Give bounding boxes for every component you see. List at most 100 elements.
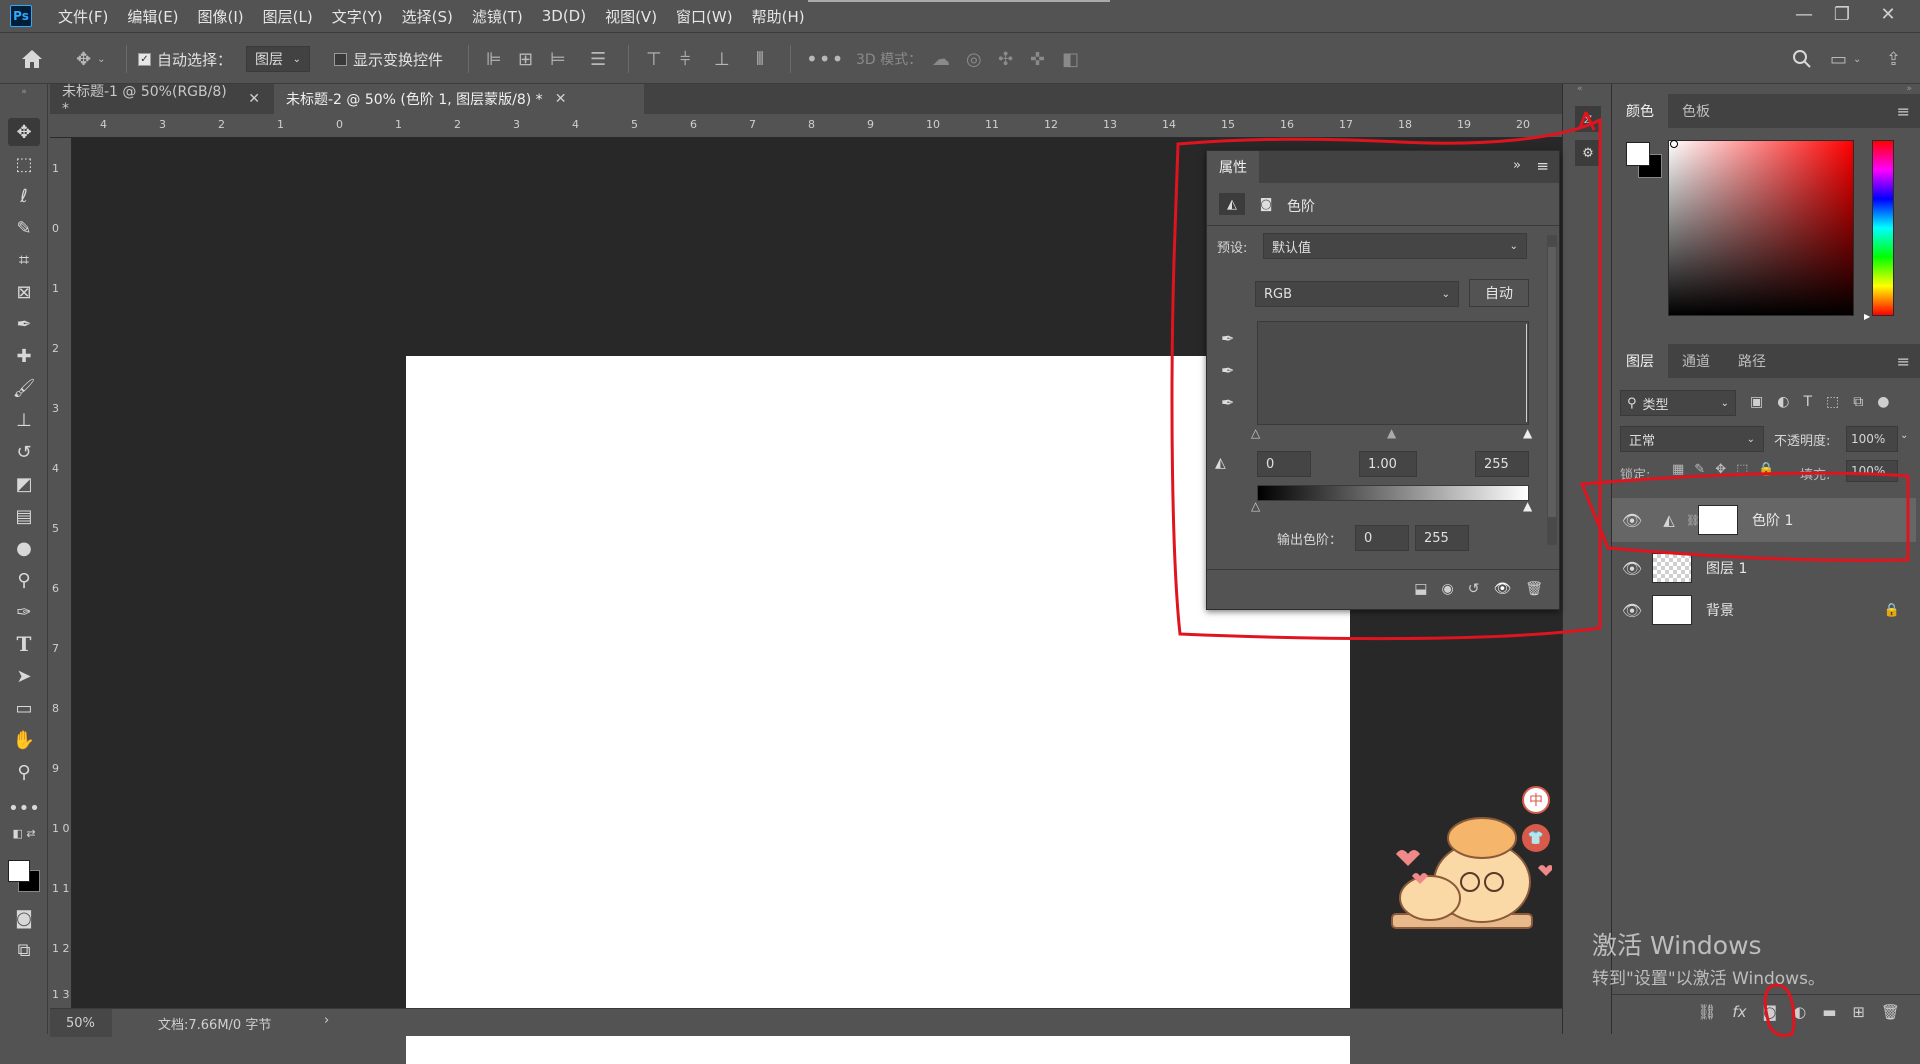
filter-shape-icon[interactable]: ⬚ — [1826, 394, 1839, 410]
collapse-panel-icon[interactable]: » — [1513, 158, 1521, 173]
visibility-eye-icon[interactable]: 👁 — [1612, 601, 1652, 620]
close-tab-icon[interactable]: ✕ — [555, 91, 567, 107]
search-button[interactable] — [1792, 33, 1812, 85]
ime-language-badge[interactable]: 中 — [1522, 786, 1550, 814]
move-tool-preset[interactable]: ✥ ⌄ — [76, 33, 105, 85]
3d-slide-button[interactable]: ✜ — [1030, 33, 1045, 85]
auto-button[interactable]: 自动 — [1469, 279, 1529, 307]
show-transform-checkbox[interactable]: 显示变换控件 — [334, 33, 443, 85]
gradient-tool[interactable]: ▤ — [8, 502, 40, 530]
add-mask-icon[interactable]: ◙ — [1763, 1003, 1778, 1021]
chevron-down-icon[interactable]: ⌄ — [1900, 430, 1908, 441]
menu-window[interactable]: 窗口(W) — [676, 6, 733, 27]
color-picker-field[interactable] — [1668, 140, 1854, 316]
delete-layer-icon[interactable]: 🗑 — [1881, 1003, 1900, 1021]
properties-panel-button[interactable]: ⚙ — [1575, 140, 1601, 166]
panel-menu-icon[interactable]: ≡ — [1897, 102, 1910, 121]
align-right-button[interactable]: ⊨ — [550, 33, 566, 85]
foreground-color-swatch[interactable] — [8, 860, 30, 882]
lock-position-icon[interactable]: ✥ — [1715, 462, 1726, 477]
tab-layers[interactable]: 图层 — [1612, 344, 1668, 378]
collapse-panels-icon[interactable]: » — [1906, 84, 1912, 94]
clip-to-layer-icon[interactable]: ⬓ — [1414, 581, 1427, 597]
zoom-tool[interactable]: ⚲ — [8, 758, 40, 786]
link-layers-icon[interactable]: ⛓ — [1697, 1003, 1716, 1021]
move-tool[interactable]: ✥ — [8, 118, 40, 146]
zoom-level[interactable]: 50% — [50, 1009, 112, 1037]
eraser-tool[interactable]: ◩ — [8, 470, 40, 498]
menu-view[interactable]: 视图(V) — [605, 6, 657, 27]
minimize-button[interactable]: — — [1784, 0, 1824, 28]
tab-document-1[interactable]: 未标题-1 @ 50%(RGB/8) * ✕ — [50, 84, 272, 117]
menu-edit[interactable]: 编辑(E) — [127, 6, 178, 27]
menu-help[interactable]: 帮助(H) — [752, 6, 805, 27]
preset-dropdown[interactable]: 默认值 ⌄ — [1263, 233, 1527, 259]
ime-skin-badge[interactable]: 👕 — [1522, 824, 1550, 852]
type-tool[interactable]: T — [8, 630, 40, 658]
properties-scrollbar[interactable] — [1547, 235, 1557, 545]
visibility-eye-icon[interactable]: 👁 — [1612, 559, 1652, 578]
marquee-tool[interactable]: ⬚ — [8, 150, 40, 178]
quick-mask-button[interactable]: ◙ — [8, 904, 40, 932]
lock-artboard-icon[interactable]: ⬚ — [1736, 462, 1748, 477]
hue-slider-marker-icon[interactable]: ▶ — [1864, 312, 1870, 321]
auto-select-target-dropdown[interactable]: 图层 ⌄ — [246, 33, 310, 85]
stamp-tool[interactable]: ⊥ — [8, 406, 40, 434]
lock-transparent-icon[interactable]: ▦ — [1672, 462, 1684, 477]
crop-tool[interactable]: ⌗ — [8, 246, 40, 274]
output-black-field[interactable]: 0 — [1355, 525, 1409, 551]
align-bottom-button[interactable]: ⊥ — [714, 33, 730, 85]
fill-input[interactable]: 100% — [1846, 460, 1898, 482]
panel-foreground-swatch[interactable] — [1626, 142, 1650, 166]
home-button[interactable] — [20, 33, 44, 85]
filter-smart-object-icon[interactable]: ⧉ — [1853, 394, 1863, 410]
workspace-button[interactable]: ▭ ⌄ — [1830, 33, 1861, 85]
color-picker-handle[interactable] — [1670, 140, 1678, 148]
output-white-slider-handle[interactable]: ▲ — [1523, 499, 1532, 513]
align-middle-v-button[interactable]: ⫩ — [680, 33, 690, 85]
new-layer-icon[interactable]: ⊞ — [1852, 1003, 1865, 1021]
mask-icon[interactable]: ◙ — [1253, 193, 1279, 215]
3d-scale-button[interactable]: ◧ — [1062, 33, 1079, 85]
share-button[interactable]: ⇪ — [1886, 33, 1901, 85]
filter-type-icon[interactable]: T — [1803, 394, 1812, 410]
input-white-slider-handle[interactable]: ▲ — [1523, 426, 1532, 440]
menu-select[interactable]: 选择(S) — [402, 6, 453, 27]
calculate-histogram-icon[interactable]: ◭ — [1215, 455, 1226, 471]
history-brush-tool[interactable]: ↺ — [8, 438, 40, 466]
layer-mask-thumbnail[interactable] — [1698, 505, 1738, 535]
filter-toggle-icon[interactable]: ● — [1877, 394, 1889, 410]
black-point-eyedropper-icon[interactable]: ✒ — [1221, 329, 1234, 348]
frame-tool[interactable]: ⊠ — [8, 278, 40, 306]
blend-mode-dropdown[interactable]: 正常 ⌄ — [1620, 426, 1764, 452]
filter-adjustment-icon[interactable]: ◐ — [1777, 394, 1789, 410]
menu-layer[interactable]: 图层(L) — [263, 6, 313, 27]
pen-tool[interactable]: ✑ — [8, 598, 40, 626]
path-select-tool[interactable]: ➤ — [8, 662, 40, 690]
levels-adjustment-icon[interactable]: ◭ — [1219, 193, 1245, 215]
panel-menu-icon[interactable]: ≡ — [1897, 352, 1910, 371]
input-white-field[interactable]: 255 — [1475, 451, 1529, 477]
more-options-button[interactable]: ••• — [806, 33, 844, 85]
3d-orbit-button[interactable]: ☁ — [932, 33, 950, 85]
lasso-tool[interactable]: ℓ — [8, 182, 40, 210]
tab-swatches[interactable]: 色板 — [1668, 94, 1724, 128]
align-top-button[interactable]: ⊤ — [646, 33, 662, 85]
align-center-h-button[interactable]: ⊞ — [518, 33, 533, 85]
edit-toolbar-button[interactable]: ••• — [8, 794, 40, 822]
input-black-slider-handle[interactable]: △ — [1251, 426, 1260, 440]
new-adjustment-layer-icon[interactable]: ◐ — [1793, 1003, 1806, 1021]
menu-file[interactable]: 文件(F) — [58, 6, 108, 27]
brush-tool[interactable]: 🖌 — [8, 374, 40, 402]
rectangle-tool[interactable]: ▭ — [8, 694, 40, 722]
collapse-dock-icon[interactable]: « — [1577, 84, 1583, 94]
filter-pixel-icon[interactable]: ▣ — [1750, 394, 1763, 410]
distribute-v-button[interactable]: ⦀ — [756, 33, 764, 85]
screen-mode-button[interactable]: ⧉ — [8, 936, 40, 964]
healing-tool[interactable]: ✚ — [8, 342, 40, 370]
input-gamma-field[interactable]: 1.00 — [1359, 451, 1417, 477]
view-previous-state-icon[interactable]: ◉ — [1441, 581, 1453, 597]
output-white-field[interactable]: 255 — [1415, 525, 1469, 551]
hand-tool[interactable]: ✋ — [8, 726, 40, 754]
layer-filter-dropdown[interactable]: ⚲ 类型 ⌄ — [1620, 390, 1736, 416]
